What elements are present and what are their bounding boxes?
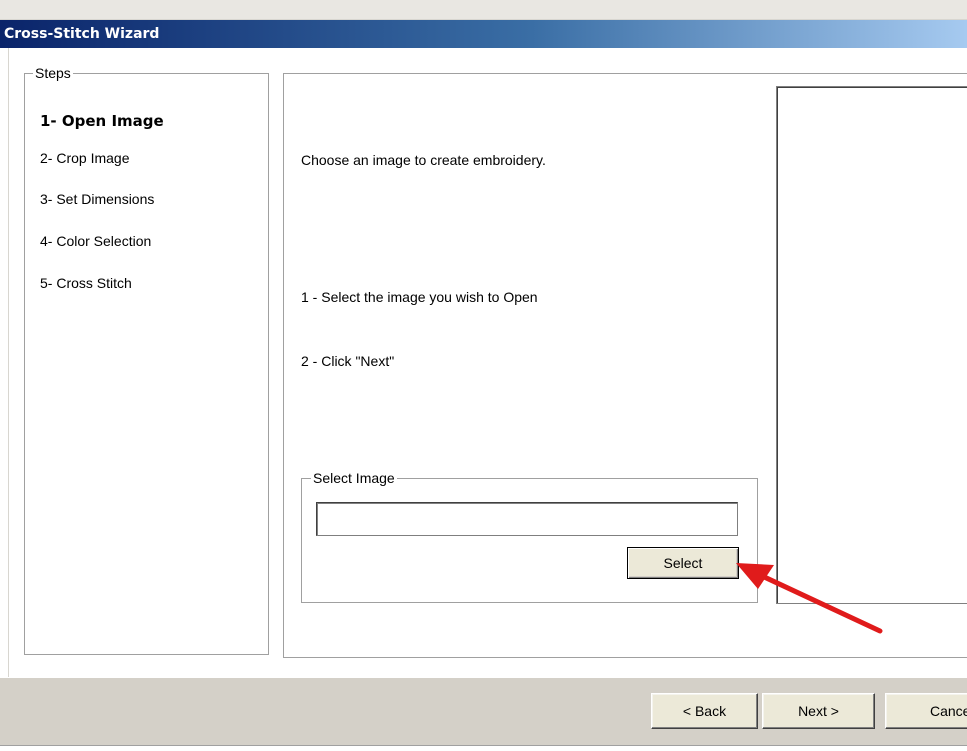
image-path-input[interactable] [316,502,738,536]
red-arrow-icon [736,563,883,634]
steps-legend: Steps [33,65,73,81]
instruction-step-2: 2 - Click "Next" [301,353,395,369]
title-bar: Cross-Stitch Wizard [0,20,967,48]
window-title: Cross-Stitch Wizard [4,26,160,42]
select-button[interactable]: Select [627,547,739,579]
back-button[interactable]: < Back [651,693,758,729]
intro-text: Choose an image to create embroidery. [301,152,546,168]
step-set-dimensions: 3- Set Dimensions [40,191,155,207]
step-cross-stitch: 5- Cross Stitch [40,275,132,291]
cancel-button[interactable]: Cancel [885,693,967,729]
window-top-strip [0,0,967,20]
step-open-image: 1- Open Image [40,112,164,130]
next-button[interactable]: Next > [762,693,875,729]
image-preview [776,86,967,604]
footer-bottom-edge [0,745,967,751]
step-crop-image: 2- Crop Image [40,150,130,166]
step-color-selection: 4- Color Selection [40,233,152,249]
select-image-groupbox [301,478,758,603]
instruction-step-1: 1 - Select the image you wish to Open [301,289,538,305]
select-image-legend: Select Image [311,470,397,486]
left-window-edge [0,48,9,751]
